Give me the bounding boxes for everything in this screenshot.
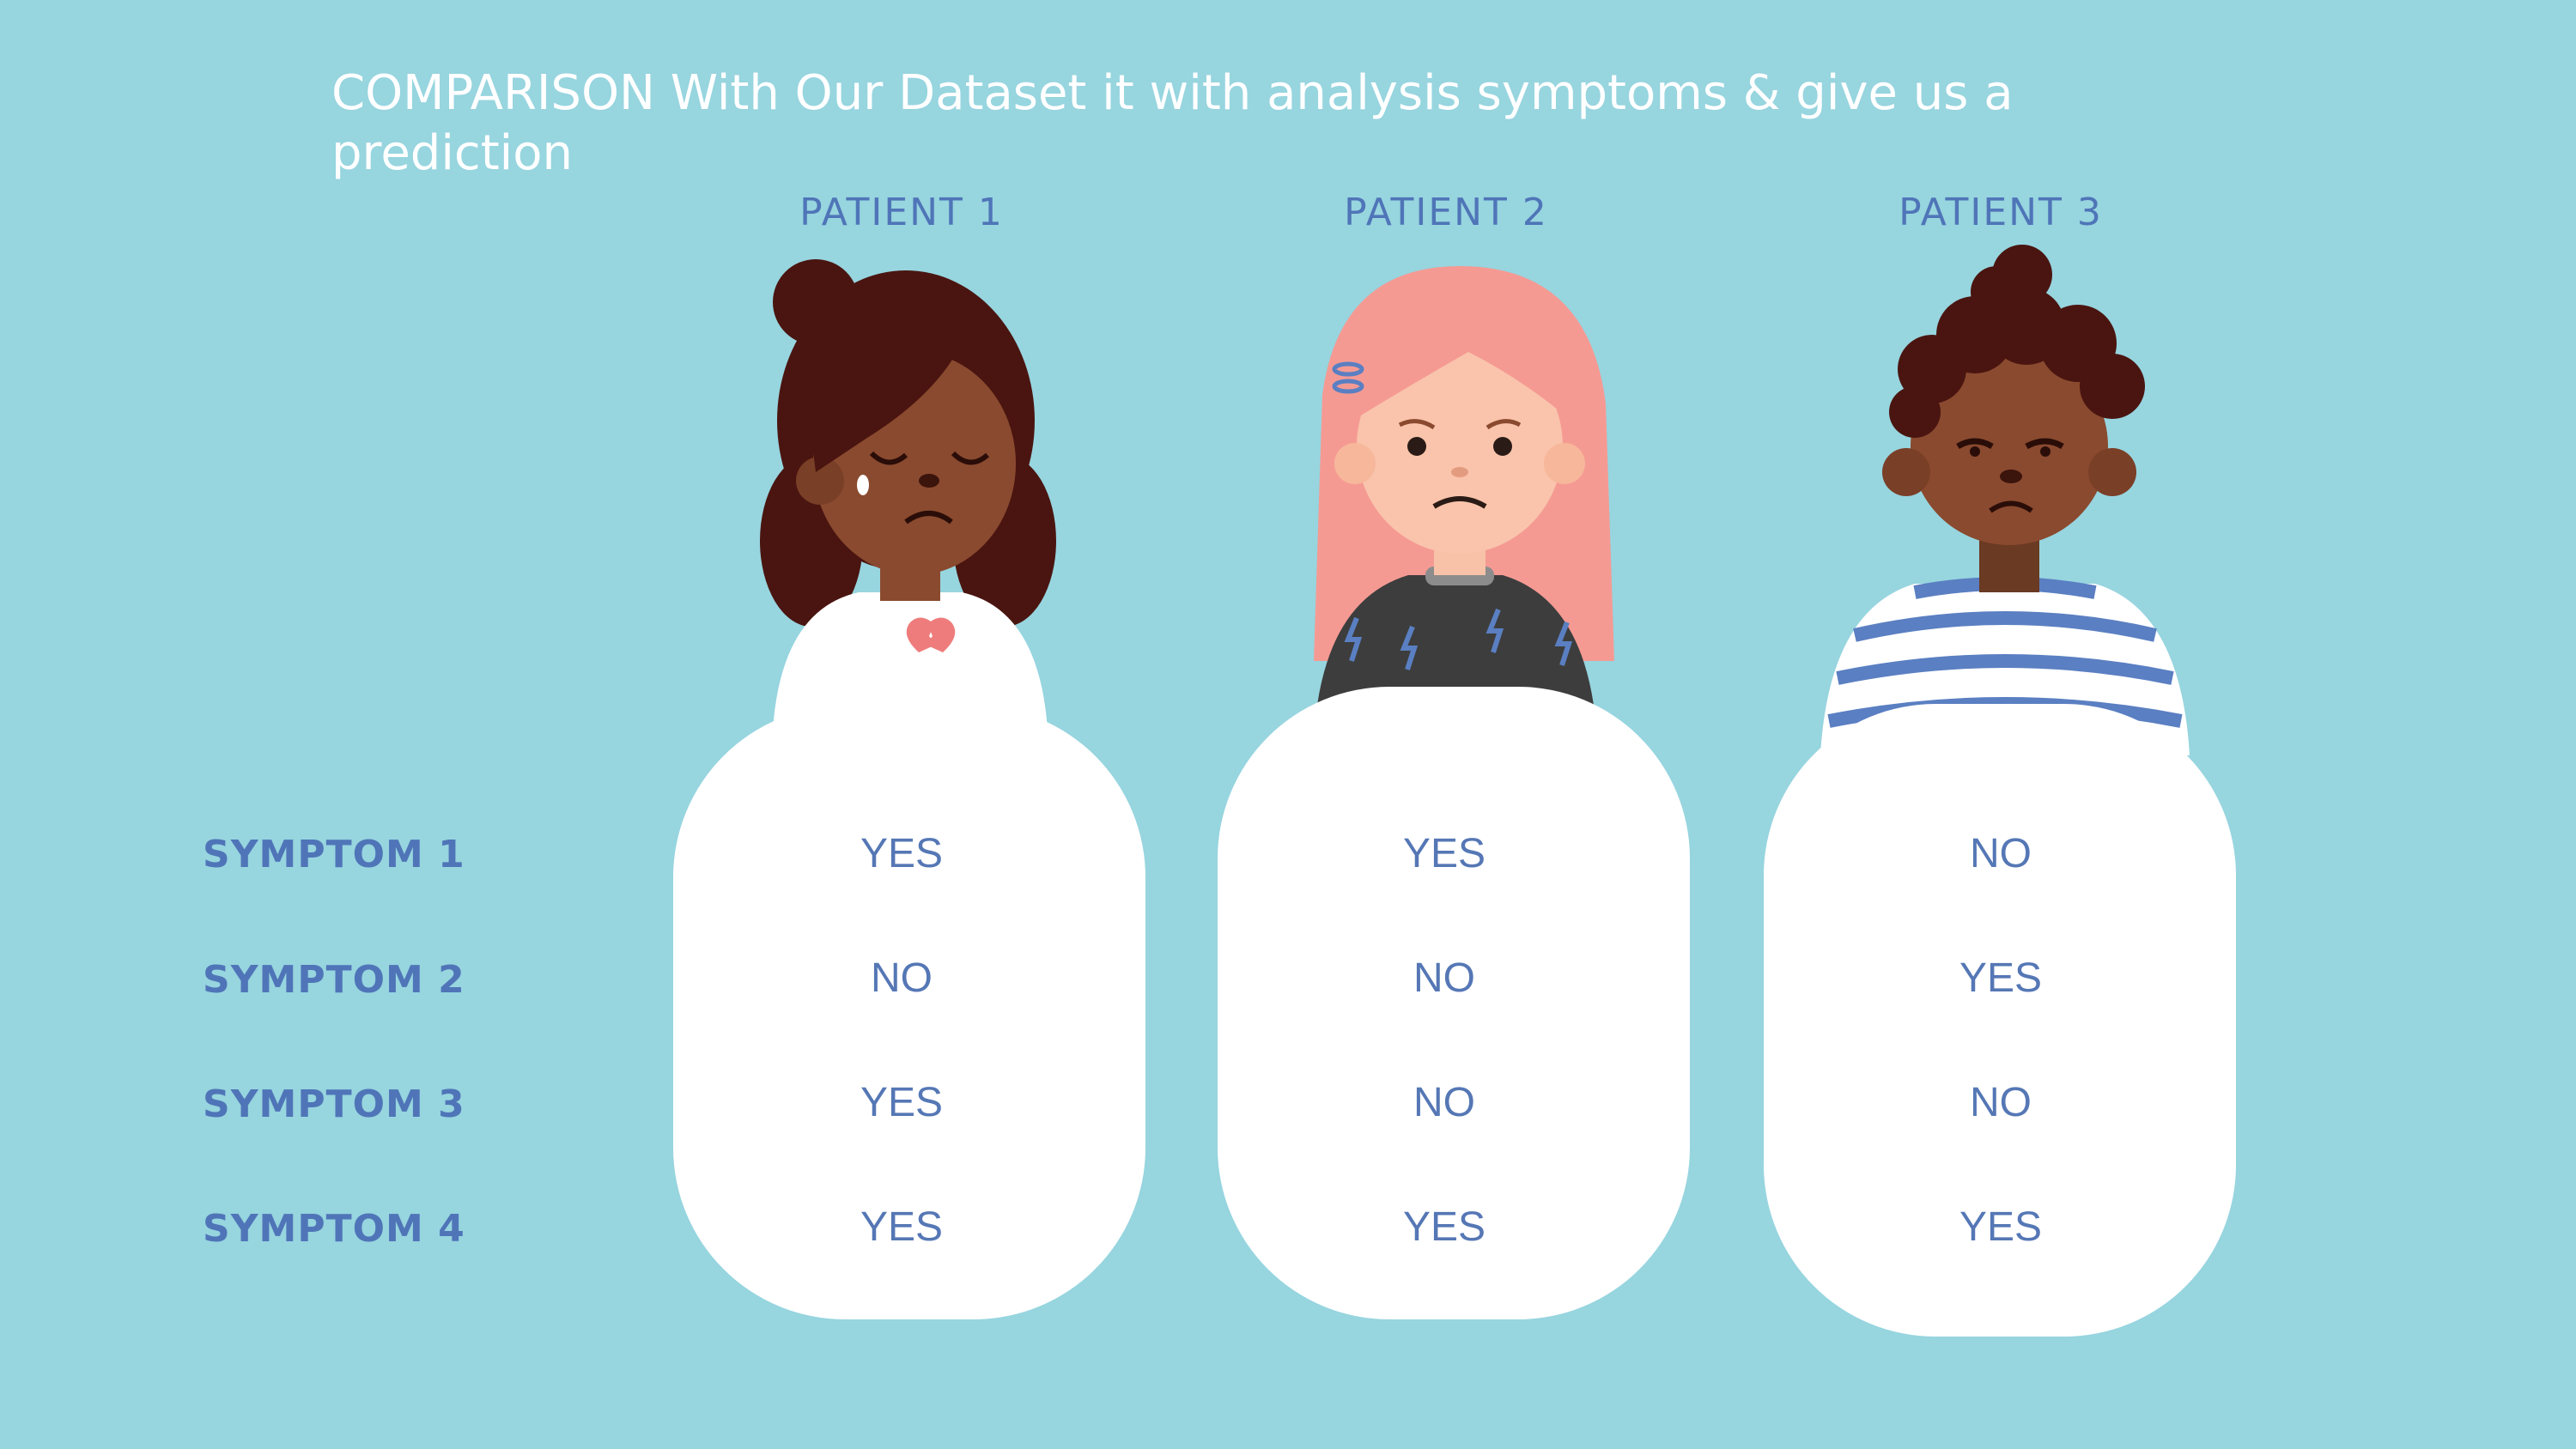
patient-1-label: PATIENT 1 <box>799 191 1004 234</box>
patient-2-symptom-2-value: NO <box>1413 955 1475 1001</box>
patient-1-symptom-2-value: NO <box>871 955 933 1001</box>
symptom-1-label: SYMPTOM 1 <box>203 833 465 876</box>
patient-2-symptom-3-value: NO <box>1413 1080 1475 1125</box>
patient-3-symptom-1-value: NO <box>1970 831 2032 876</box>
patient-3-symptom-4-value: YES <box>1959 1204 2043 1250</box>
patient-1-symptom-4-value: YES <box>860 1204 944 1250</box>
pink-hair-girl-avatar <box>1314 266 1614 738</box>
patient-3-symptom-2-value: YES <box>1959 955 2043 1001</box>
patient-2-symptom-4-value: YES <box>1402 1204 1486 1250</box>
curly-hair-boy-avatar <box>1820 245 2190 755</box>
patient-3-symptom-3-value: NO <box>1970 1080 2032 1125</box>
symptom-3-label: SYMPTOM 3 <box>203 1082 465 1126</box>
slide-title: COMPARISON With Our Dataset it with anal… <box>331 65 2014 181</box>
slide: COMPARISON With Our Dataset it with anal… <box>0 0 2576 1449</box>
patient-2-symptom-1-value: YES <box>1402 831 1486 876</box>
symptom-2-label: SYMPTOM 2 <box>203 958 465 1002</box>
crying-girl-avatar <box>760 259 1056 730</box>
symptom-4-label: SYMPTOM 4 <box>203 1207 465 1251</box>
patient-1-symptom-3-value: YES <box>860 1080 944 1125</box>
patient-1-symptom-1-value: YES <box>860 831 944 876</box>
patient-2-label: PATIENT 2 <box>1344 191 1548 234</box>
patient-3-label: PATIENT 3 <box>1899 191 2103 234</box>
